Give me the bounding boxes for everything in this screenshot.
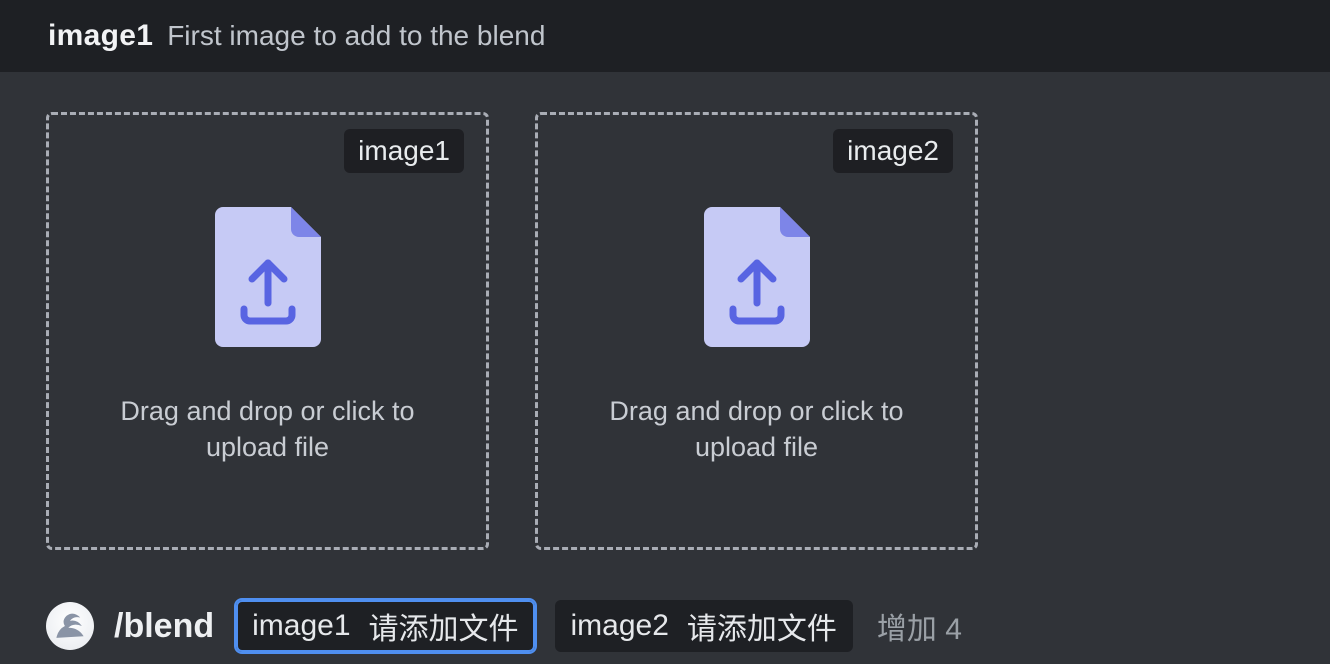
upload-slot-hint: Drag and drop or click to upload file xyxy=(597,393,917,466)
param-tooltip-title: image1 xyxy=(48,19,153,53)
command-param-value: 请添加文件 xyxy=(369,604,519,648)
bot-avatar xyxy=(46,602,94,650)
file-upload-icon xyxy=(215,207,321,347)
command-param-key: image1 xyxy=(252,609,350,643)
command-param-image2[interactable]: image2 请添加文件 xyxy=(555,600,853,652)
upload-slot-image2[interactable]: image2 Drag and drop or click to upload … xyxy=(535,112,978,550)
upload-slot-label: image2 xyxy=(833,129,953,173)
param-tooltip-header: image1 First image to add to the blend xyxy=(0,0,1330,72)
command-param-key: image2 xyxy=(571,609,669,643)
command-more-options-hint[interactable]: 增加 4 xyxy=(877,604,962,648)
slash-command-name: /blend xyxy=(114,607,214,646)
command-input-bar[interactable]: /blend image1 请添加文件 image2 请添加文件 增加 4 xyxy=(46,600,962,652)
upload-slot-hint: Drag and drop or click to upload file xyxy=(108,393,428,466)
upload-slot-image1[interactable]: image1 Drag and drop or click to upload … xyxy=(46,112,489,550)
command-param-value: 请添加文件 xyxy=(687,604,837,648)
upload-slot-label: image1 xyxy=(344,129,464,173)
command-param-image1[interactable]: image1 请添加文件 xyxy=(236,600,534,652)
param-tooltip-description: First image to add to the blend xyxy=(167,20,545,52)
upload-slots-row: image1 Drag and drop or click to upload … xyxy=(46,112,978,550)
file-upload-icon xyxy=(704,207,810,347)
